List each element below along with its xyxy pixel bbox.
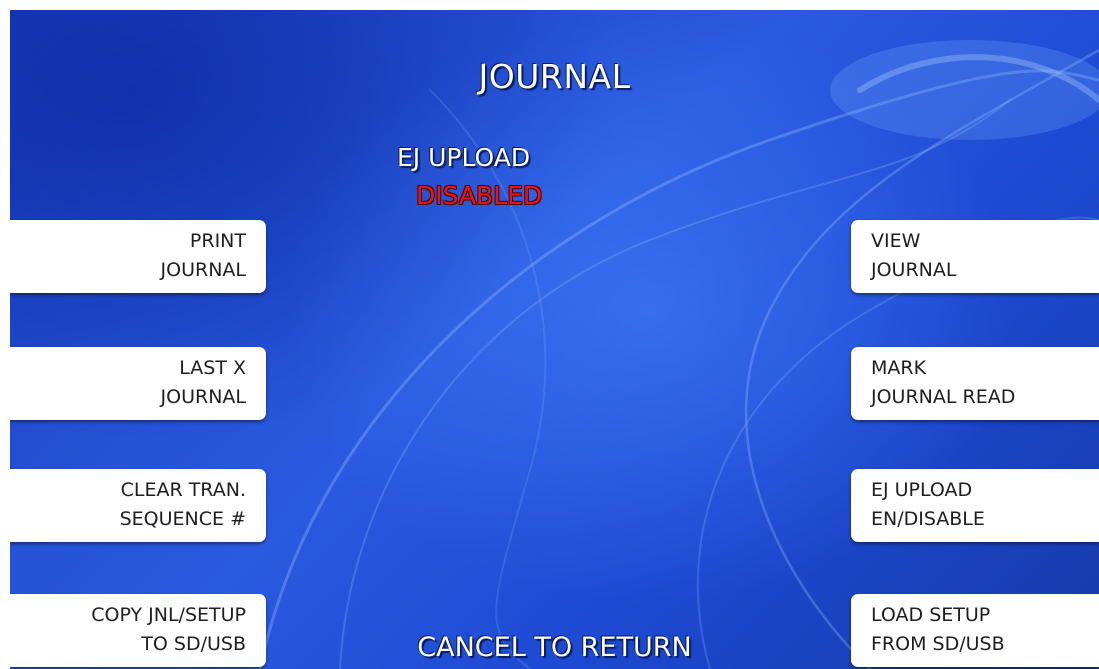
atm-screen: JOURNAL EJ UPLOAD DISABLED PRINT JOURNAL… [10, 10, 1099, 669]
page-title: JOURNAL [478, 57, 631, 96]
button-label-line2: JOURNAL [160, 386, 246, 408]
button-label-line1: MARK [871, 357, 927, 379]
print-journal-button[interactable]: PRINT JOURNAL [10, 220, 266, 293]
button-label-line1: EJ UPLOAD [871, 479, 973, 501]
button-label-line1: LAST X [179, 357, 246, 379]
ej-upload-toggle-button[interactable]: EJ UPLOAD EN/DISABLE [851, 469, 1099, 542]
button-label-line2: JOURNAL [160, 259, 246, 281]
button-label-line1: PRINT [189, 230, 246, 252]
button-label-line1: VIEW [871, 230, 921, 252]
ej-upload-status-value: DISABLED [416, 181, 543, 210]
view-journal-button[interactable]: VIEW JOURNAL [851, 220, 1099, 293]
button-label-line2: JOURNAL READ [871, 386, 1016, 408]
button-label-line1: LOAD SETUP [871, 604, 991, 626]
swirl-line [429, 89, 547, 669]
button-label-line1: CLEAR TRAN. [120, 479, 246, 501]
last-x-journal-button[interactable]: LAST X JOURNAL [10, 347, 266, 420]
button-label-line2: JOURNAL [871, 259, 957, 281]
button-label-line2: EN/DISABLE [871, 508, 985, 530]
button-label-line1: COPY JNL/SETUP [91, 604, 246, 626]
cancel-to-return-label: CANCEL TO RETURN [417, 632, 692, 663]
background-swirls [258, 40, 1099, 669]
mark-journal-read-button[interactable]: MARK JOURNAL READ [851, 347, 1099, 420]
clear-tran-sequence-button[interactable]: CLEAR TRAN. SEQUENCE # [10, 469, 266, 542]
ej-upload-status-label: EJ UPLOAD [397, 143, 531, 172]
button-label-line2: SEQUENCE # [119, 508, 246, 530]
